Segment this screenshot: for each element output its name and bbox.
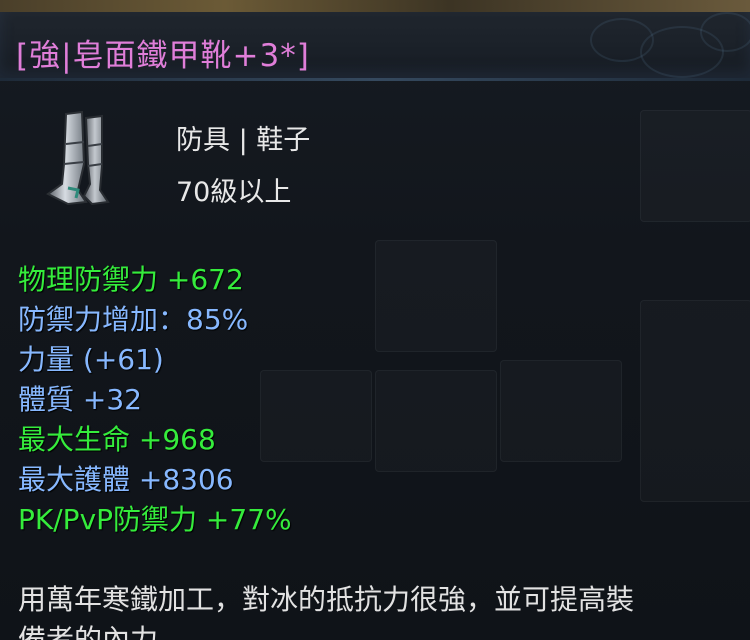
- stat-constitution: 體質 +32: [18, 383, 142, 416]
- item-title: [強|皂面鐵甲靴+3*]: [16, 38, 310, 74]
- top-frame-strip: [0, 0, 750, 12]
- level-requirement: 70級以上: [176, 177, 292, 208]
- stat-strength: 力量 (+61): [18, 343, 164, 376]
- background-slot: [375, 370, 497, 472]
- background-slot: [500, 360, 622, 462]
- stat-max-hp: 最大生命 +968: [18, 423, 216, 456]
- stat-pk-pvp-defense: PK/PvP防禦力 +77%: [18, 503, 292, 536]
- title-bar: [強|皂面鐵甲靴+3*]: [0, 12, 750, 80]
- stat-physical-defense: 物理防禦力 +672: [18, 263, 244, 296]
- background-slot: [375, 240, 497, 352]
- stat-max-shield: 最大護體 +8306: [18, 463, 234, 496]
- description-line: 備者的內力。: [18, 623, 187, 640]
- description-line: 用萬年寒鐵加工，對冰的抵抗力很強，並可提高裝: [18, 583, 635, 616]
- title-divider: [0, 78, 750, 81]
- item-category: 防具 | 鞋子: [176, 125, 311, 156]
- boots-icon: [28, 104, 128, 214]
- stat-defense-increase: 防禦力增加：85%: [18, 303, 249, 336]
- background-slot: [640, 300, 750, 502]
- item-description: 用萬年寒鐵加工，對冰的抵抗力很強，並可提高裝 備者的內力。: [18, 580, 750, 640]
- background-slot: [640, 110, 750, 222]
- stats-list: 物理防禦力 +672 防禦力增加：85% 力量 (+61) 體質 +32 最大生…: [18, 262, 292, 542]
- item-tooltip: [強|皂面鐵甲靴+3*] 防具 | 鞋子 70級以上 物理防禦力 +672 防禦…: [0, 0, 750, 640]
- cloud-ornament: [700, 12, 750, 52]
